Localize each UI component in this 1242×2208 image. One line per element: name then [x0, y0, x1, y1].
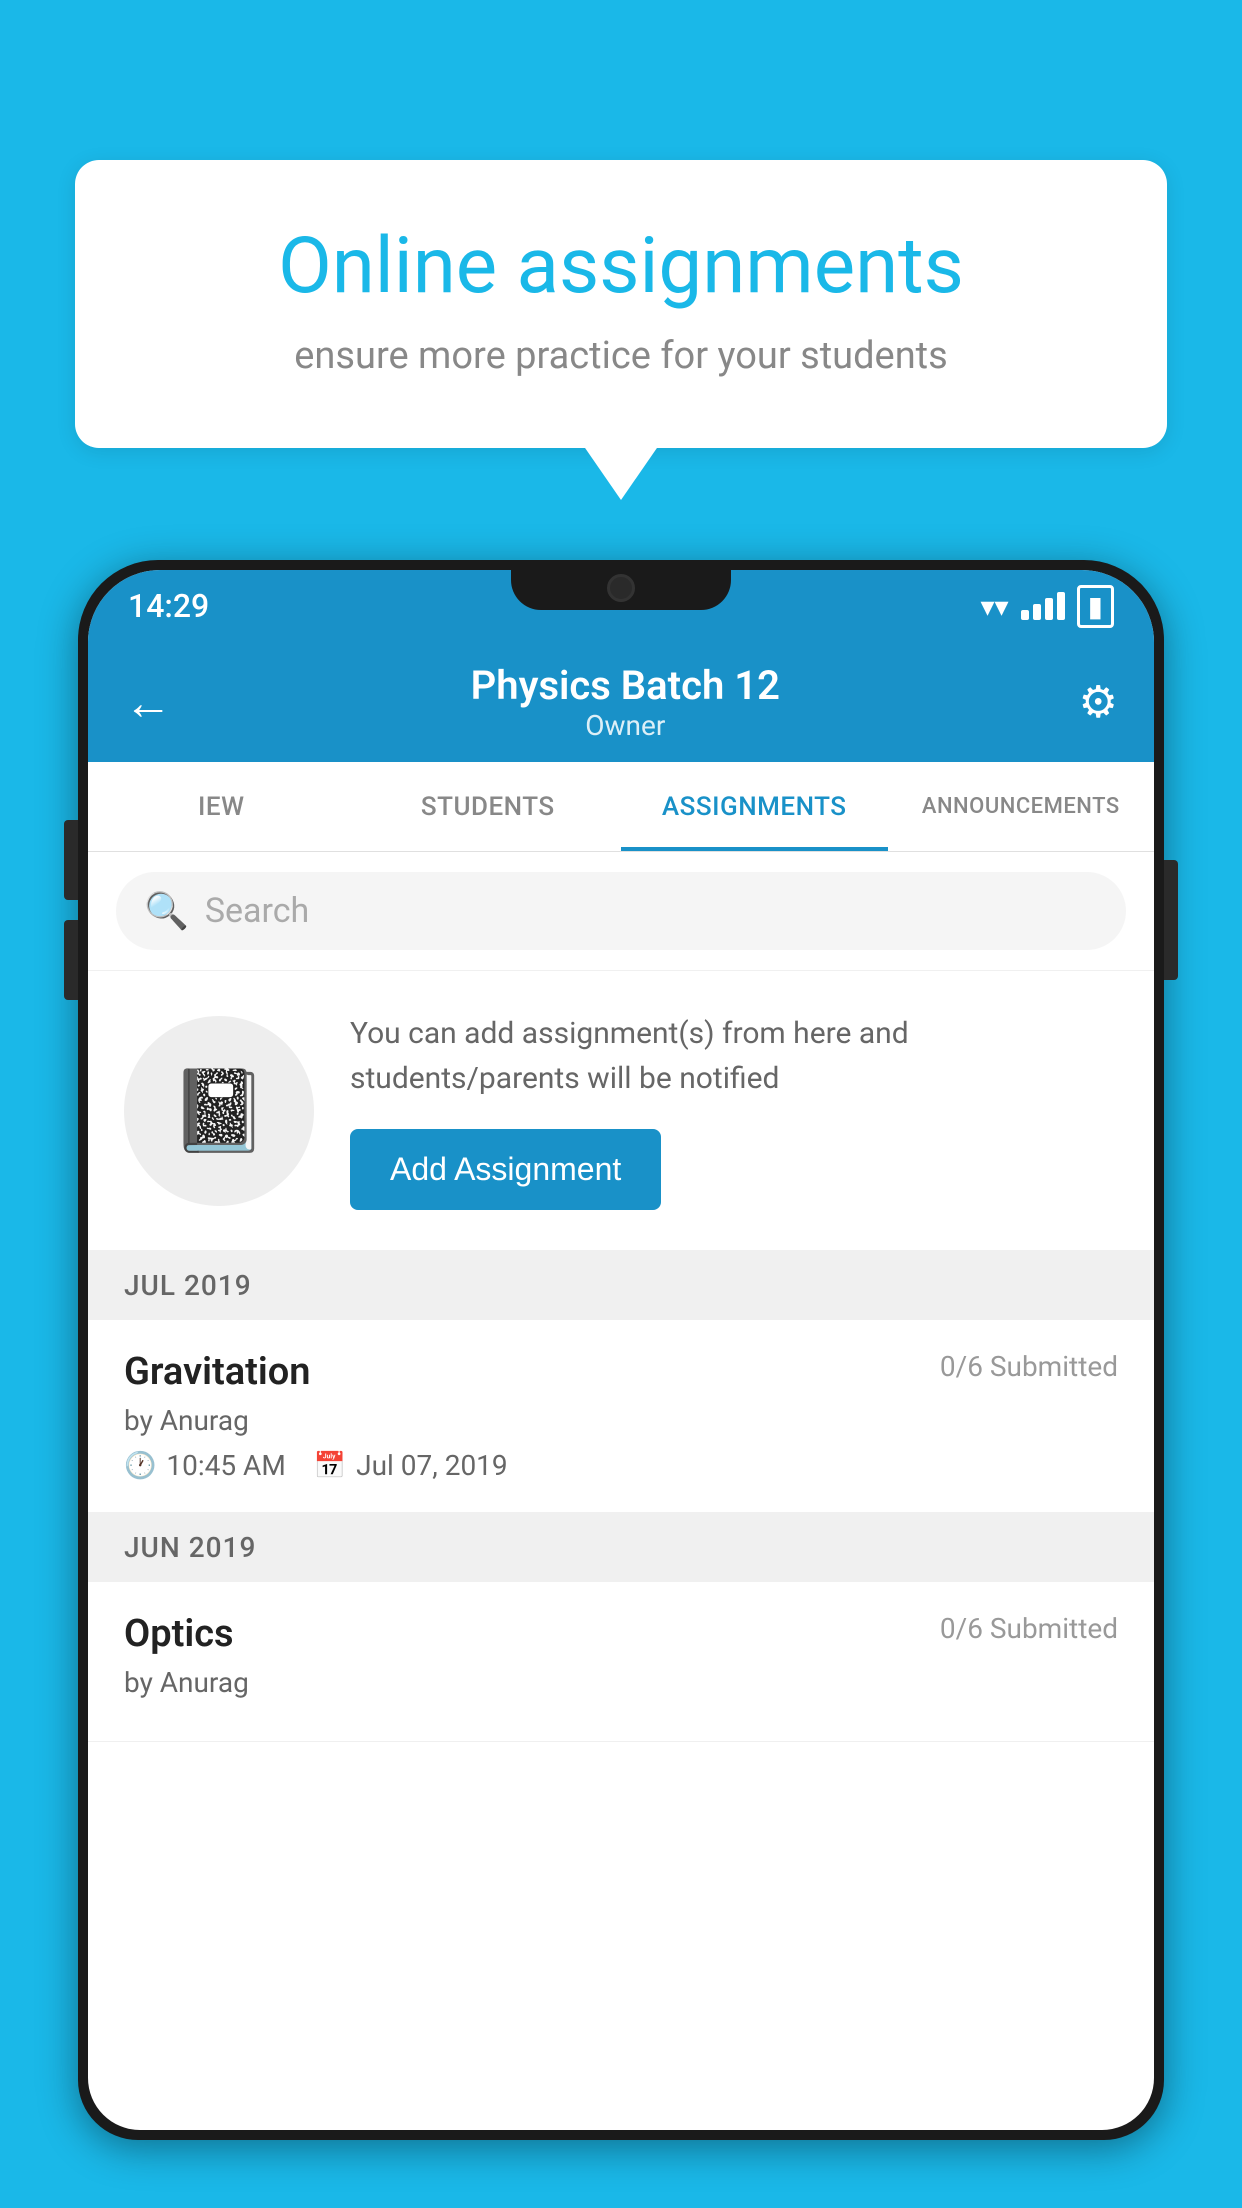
phone-outer: 14:29 ▾▾ ▮ ← Physics Batch 12 — [78, 560, 1164, 2140]
section-header-jun-label: JUN 2019 — [124, 1531, 256, 1564]
vol-up-button — [64, 820, 78, 900]
assignment-cta-text: You can add assignment(s) from here and … — [350, 1011, 1118, 1210]
search-input[interactable]: Search — [205, 891, 309, 931]
wifi-icon: ▾▾ — [980, 590, 1008, 623]
assignment-item-header-optics: Optics 0/6 Submitted — [124, 1612, 1118, 1656]
tab-assignments-label: ASSIGNMENTS — [662, 792, 847, 822]
assignment-item-optics[interactable]: Optics 0/6 Submitted by Anurag — [88, 1582, 1154, 1742]
tab-announcements-label: ANNOUNCEMENTS — [922, 794, 1120, 819]
tab-students[interactable]: STUDENTS — [355, 762, 622, 851]
app-bar-title-group: Physics Batch 12 Owner — [471, 662, 780, 742]
phone-wrapper: 14:29 ▾▾ ▮ ← Physics Batch 12 — [78, 560, 1164, 2208]
app-bar: ← Physics Batch 12 Owner ⚙ — [88, 642, 1154, 762]
phone-notch — [511, 560, 731, 610]
section-header-jul-label: JUL 2019 — [124, 1269, 252, 1302]
assignment-time-text: 10:45 AM — [166, 1449, 285, 1482]
speech-bubble-subtitle: ensure more practice for your students — [135, 334, 1107, 378]
clock-icon: 🕐 — [124, 1451, 156, 1481]
tab-bar: IEW STUDENTS ASSIGNMENTS ANNOUNCEMENTS — [88, 762, 1154, 852]
signal-bar-3 — [1045, 598, 1053, 620]
signal-bars-icon — [1021, 592, 1065, 620]
tab-students-label: STUDENTS — [421, 792, 555, 822]
add-assignment-button[interactable]: Add Assignment — [350, 1129, 661, 1210]
vol-down-button — [64, 920, 78, 1000]
assignment-name-gravitation: Gravitation — [124, 1350, 311, 1394]
speech-bubble: Online assignments ensure more practice … — [75, 160, 1167, 448]
app-bar-subtitle: Owner — [471, 709, 780, 742]
calendar-icon: 📅 — [314, 1451, 346, 1481]
search-icon: 🔍 — [144, 890, 189, 932]
tab-overview-label: IEW — [198, 792, 244, 822]
assignment-by-gravitation: by Anurag — [124, 1404, 1118, 1437]
phone-camera — [607, 574, 635, 602]
signal-bar-1 — [1021, 610, 1029, 620]
section-header-jun: JUN 2019 — [88, 1513, 1154, 1582]
assignment-name-optics: Optics — [124, 1612, 234, 1656]
search-input-wrapper[interactable]: 🔍 Search — [116, 872, 1126, 950]
app-bar-title: Physics Batch 12 — [471, 662, 780, 709]
assignment-cta-description: You can add assignment(s) from here and … — [350, 1011, 1118, 1101]
signal-bar-2 — [1033, 604, 1041, 620]
assignment-date-text: Jul 07, 2019 — [356, 1449, 508, 1482]
speech-bubble-title: Online assignments — [135, 220, 1107, 314]
assignment-submitted-optics: 0/6 Submitted — [940, 1612, 1118, 1645]
tab-assignments[interactable]: ASSIGNMENTS — [621, 762, 888, 851]
assignment-item-header: Gravitation 0/6 Submitted — [124, 1350, 1118, 1394]
status-icons: ▾▾ ▮ — [980, 585, 1114, 628]
phone-screen: 14:29 ▾▾ ▮ ← Physics Batch 12 — [88, 570, 1154, 2130]
assignment-icon-circle: 📓 — [124, 1016, 314, 1206]
assignment-date-gravitation: 📅 Jul 07, 2019 — [314, 1449, 508, 1482]
notebook-icon: 📓 — [169, 1064, 269, 1158]
section-header-jul: JUL 2019 — [88, 1251, 1154, 1320]
settings-icon[interactable]: ⚙ — [1079, 676, 1118, 728]
search-container: 🔍 Search — [88, 852, 1154, 971]
assignment-time-gravitation: 🕐 10:45 AM — [124, 1449, 286, 1482]
back-button[interactable]: ← — [124, 674, 172, 731]
assignment-item-gravitation[interactable]: Gravitation 0/6 Submitted by Anurag 🕐 10… — [88, 1320, 1154, 1513]
tab-overview[interactable]: IEW — [88, 762, 355, 851]
assignment-by-optics: by Anurag — [124, 1666, 1118, 1699]
add-assignment-section: 📓 You can add assignment(s) from here an… — [88, 971, 1154, 1251]
signal-bar-4 — [1057, 592, 1065, 620]
power-button — [1164, 860, 1178, 980]
assignment-submitted-gravitation: 0/6 Submitted — [940, 1350, 1118, 1383]
assignment-meta-gravitation: 🕐 10:45 AM 📅 Jul 07, 2019 — [124, 1449, 1118, 1482]
tab-announcements[interactable]: ANNOUNCEMENTS — [888, 762, 1155, 851]
status-time: 14:29 — [128, 587, 209, 625]
battery-icon: ▮ — [1077, 585, 1114, 628]
